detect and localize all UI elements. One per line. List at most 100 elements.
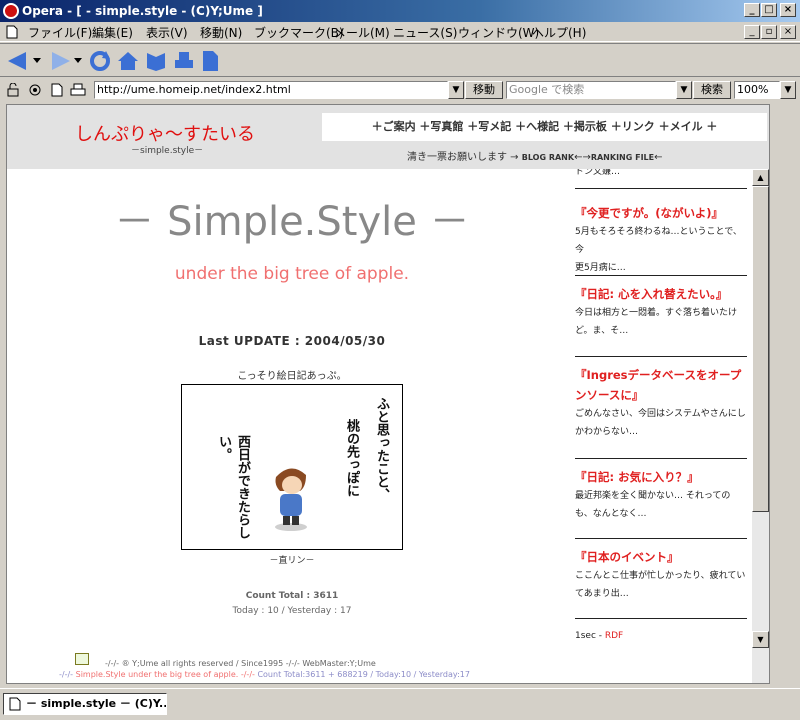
- main-content: － Simple.Style － under the big tree of a…: [7, 169, 567, 683]
- sidebar: ドン又嫌… 『今更ですが。(ながいよ)』 5月もそろそろ終わるね…ということで、…: [567, 169, 751, 683]
- entry-text: 最近邦楽を全く聞かない… それっての: [575, 491, 731, 501]
- boy-illustration-icon: [275, 468, 307, 531]
- scroll-thumb[interactable]: [752, 186, 769, 512]
- search-button[interactable]: 検索: [693, 81, 731, 99]
- footer-counter: -/-/- Simple.Style under the big tree of…: [59, 670, 470, 679]
- page-tab-label: － simple.style － (C)Y...: [26, 697, 167, 710]
- entry-text: てあまり出…: [575, 589, 629, 599]
- mdi-close-button[interactable]: ×: [780, 25, 796, 39]
- maximize-button[interactable]: □: [761, 3, 777, 17]
- menu-file[interactable]: ファイル(F): [28, 24, 92, 41]
- zoom-field[interactable]: 100%: [734, 81, 780, 99]
- home-icon[interactable]: [116, 49, 140, 73]
- go-button[interactable]: 移動: [465, 81, 503, 99]
- address-input[interactable]: http://ume.homeip.net/index2.html: [94, 81, 448, 99]
- minimize-button[interactable]: _: [744, 3, 760, 17]
- page-icon: [9, 697, 21, 711]
- address-dropdown-button[interactable]: ▼: [448, 81, 464, 99]
- forward-icon[interactable]: [48, 50, 72, 72]
- search-engine-dropdown[interactable]: ▼: [676, 81, 692, 99]
- zoom-dropdown[interactable]: ▼: [780, 81, 796, 99]
- entry-text: も、なんとなく…: [575, 509, 647, 519]
- side-panel-strip: [772, 104, 800, 684]
- menu-news[interactable]: ニュース(S): [393, 24, 457, 41]
- vote-end-arrow: ←: [654, 152, 663, 163]
- sidebar-entry: 『日記: お気に入り？』 最近邦楽を全く聞かない… それっての も、なんとなく…: [575, 459, 747, 539]
- box-icon: [75, 653, 89, 665]
- page-tab[interactable]: － simple.style － (C)Y...: [3, 693, 167, 715]
- hotlist-icon[interactable]: [144, 49, 168, 73]
- cookie-icon[interactable]: [28, 83, 42, 97]
- sidebar-entry-cut: ドン又嫌…: [575, 169, 747, 189]
- entry-title-link[interactable]: 『日記: 心を入れ替えたい。』: [575, 284, 747, 304]
- forward-dropdown-icon[interactable]: [74, 58, 82, 64]
- vertical-scrollbar[interactable]: ▲ ▼: [752, 169, 769, 683]
- menu-help[interactable]: ヘルプ(H): [532, 24, 586, 41]
- menu-bar: ファイル(F) 編集(E) 表示(V) 移動(N) ブックマーク(B) メール(…: [0, 22, 800, 42]
- title-bar: Opera - [ - simple.style - (C)Y;Ume ] _ …: [0, 0, 800, 22]
- picture-caption-top: こっそり絵日記あっぷ。: [237, 371, 347, 382]
- rdf-prefix: 1sec -: [575, 631, 605, 641]
- address-toolbar: http://ume.homeip.net/index2.html ▼ 移動 G…: [0, 78, 800, 102]
- entry-title-link-cont[interactable]: ンソースに』: [575, 385, 747, 405]
- entry-text: ど。ま、そ…: [575, 326, 629, 336]
- global-nav[interactable]: ＋ご案内 ＋写真館 ＋写メ記 ＋へ様記 ＋掲示板 ＋リンク ＋メイル ＋: [322, 113, 767, 141]
- mdi-minimize-button[interactable]: _: [744, 25, 760, 39]
- blog-rank-link[interactable]: BLOG RANK: [522, 153, 574, 162]
- vote-arrows: ←→: [574, 152, 591, 163]
- entry-title-link[interactable]: 『日記: お気に入り？』: [575, 467, 747, 487]
- tagline: under the big tree of apple.: [174, 264, 410, 284]
- site-header: しんぷりゃ〜すたいる －simple.style－ ＋ご案内 ＋写真館 ＋写メ記…: [7, 105, 769, 169]
- diary-picture[interactable]: ふと思ったこと、 桃の先っぽに 西日ができたらしい。: [181, 384, 403, 550]
- menu-edit[interactable]: 編集(E): [92, 24, 133, 41]
- back-dropdown-icon[interactable]: [33, 58, 41, 64]
- vote-text: 清き一票お願いします →: [407, 152, 519, 163]
- today-yesterday: Today : 10 / Yesterday : 17: [232, 606, 352, 616]
- picture-text-2: 桃の先っぽに: [344, 419, 359, 497]
- entry-text: 更5月病に…: [575, 263, 626, 273]
- menu-mail[interactable]: メール(M): [334, 24, 390, 41]
- reload-icon[interactable]: [88, 49, 112, 73]
- rdf-line: 1sec - RDF: [575, 631, 623, 641]
- rdf-link[interactable]: RDF: [605, 631, 623, 641]
- footer-counter-prefix: -/-/-: [59, 670, 74, 679]
- navigation-toolbar: [0, 43, 800, 77]
- ranking-vote: 清き一票お願いします → BLOG RANK←→RANKING FILE←: [407, 148, 663, 163]
- security-lock-icon[interactable]: [6, 83, 20, 97]
- footer-copyright: -/-/- ® Y;Ume all rights reserved / Sinc…: [105, 659, 376, 668]
- site-subtitle: －simple.style－: [131, 146, 204, 156]
- entry-text: ごめんなさい、今回はシステムやさんにし: [575, 409, 746, 419]
- sidebar-entry: 『今更ですが。(ながいよ)』 5月もそろそろ終わるね…ということで、今 更5月病…: [575, 195, 747, 276]
- page-viewport: しんぷりゃ〜すたいる －simple.style－ ＋ご案内 ＋写真館 ＋写メ記…: [6, 104, 770, 684]
- search-input[interactable]: Google で検索: [506, 81, 676, 99]
- window-tab-bar: － simple.style － (C)Y...: [0, 688, 800, 720]
- ranking-file-link[interactable]: RANKING FILE: [591, 153, 654, 162]
- picture-text-3: 西日ができたらしい。: [216, 435, 250, 539]
- picture-caption-bottom: －直リン－: [269, 556, 315, 566]
- entry-text: かわからない…: [575, 427, 639, 437]
- count-total: Count Total : 3611: [245, 591, 339, 601]
- printer-icon[interactable]: [70, 83, 86, 97]
- mdi-restore-button[interactable]: ▫: [761, 25, 777, 39]
- print-icon[interactable]: [172, 49, 196, 73]
- entry-title-link[interactable]: 『日本のイベント』: [575, 547, 747, 567]
- entry-title-link[interactable]: 『今更ですが。(ながいよ)』: [575, 203, 747, 223]
- back-icon[interactable]: [6, 50, 30, 72]
- menu-bookmarks[interactable]: ブックマーク(B): [254, 24, 344, 41]
- page-icon: [6, 25, 18, 39]
- big-title: － Simple.Style －: [114, 199, 470, 245]
- footer-counter-rest: Count Total:3611 + 688219 / Today:10 / Y…: [257, 670, 470, 679]
- entry-text: 5月もそろそろ終わるね…ということで、今: [575, 227, 742, 255]
- page-info-icon[interactable]: [50, 83, 64, 97]
- menu-window[interactable]: ウィンドウ(W): [458, 24, 539, 41]
- close-button[interactable]: ×: [780, 3, 796, 17]
- scroll-down-button[interactable]: ▼: [752, 631, 769, 648]
- menu-go[interactable]: 移動(N): [200, 24, 242, 41]
- window-title: Opera - [ - simple.style - (C)Y;Ume ]: [22, 4, 263, 18]
- entry-text: ここんとこ仕事が忙しかったり、疲れてい: [575, 571, 746, 581]
- new-page-icon[interactable]: [200, 49, 220, 73]
- entry-title-link[interactable]: 『Ingresデータベースをオープ: [575, 365, 747, 385]
- scroll-up-button[interactable]: ▲: [752, 169, 769, 186]
- menu-view[interactable]: 表示(V): [146, 24, 188, 41]
- entry-text: 今日は相方と一悶着。すぐ落ち着いたけ: [575, 308, 738, 318]
